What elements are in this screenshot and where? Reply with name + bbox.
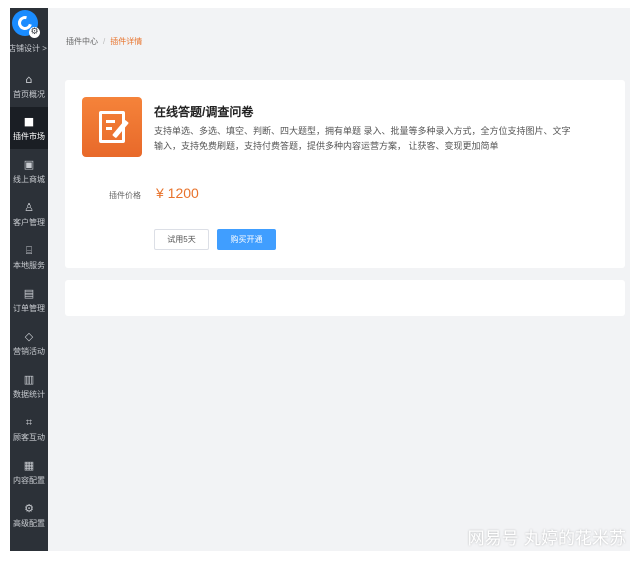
sidebar-item-label: 首页概况: [13, 90, 45, 99]
store-icon: ⌸: [25, 244, 33, 257]
sidebar-item-8[interactable]: ▥ 数据统计: [10, 365, 48, 407]
document-icon: ▦: [23, 459, 35, 472]
apps-icon: ■: [23, 115, 35, 128]
sidebar-item-3[interactable]: ▣ 线上商城: [10, 150, 48, 192]
clipboard-icon: ▤: [23, 287, 35, 300]
sidebar-store-design-link[interactable]: 店铺设计 >: [10, 43, 48, 54]
app-logo[interactable]: ⚙: [12, 10, 40, 38]
gear-icon: ⚙: [24, 502, 34, 515]
plugin-description: 支持单选、多选、填空、判断、四大题型，拥有单题 录入、批量等多种录入方式，全方位…: [154, 126, 571, 151]
sidebar-item-label: 插件市场: [13, 132, 45, 141]
plugin-price: ¥ 1200: [156, 185, 199, 201]
sidebar-item-5[interactable]: ⌸ 本地服务: [10, 236, 48, 278]
trial-button[interactable]: 试用5天: [154, 229, 209, 250]
sidebar-item-label: 内容配置: [13, 476, 45, 485]
breadcrumb: 插件中心 / 插件详情: [66, 36, 142, 47]
sidebar-item-9[interactable]: ⌗ 顾客互动: [10, 408, 48, 450]
sidebar-item-label: 高级配置: [13, 519, 45, 528]
app-frame: ⚙ 店铺设计 > ⌂ 首页概况 ■ 插件市场 ▣ 线上商城 ♙ 客户管理 ⌸ 本地服务 ▤ 订单管理 ◇…: [10, 8, 630, 551]
watermark: 网易号 丸婷的花米苏: [467, 529, 626, 549]
sidebar-item-label: 客户管理: [13, 218, 45, 227]
price-label: 插件价格: [109, 191, 141, 200]
plugin-title: 在线答题/调查问卷: [154, 105, 254, 119]
breadcrumb-plugin-center[interactable]: 插件中心: [66, 37, 98, 46]
buy-button[interactable]: 购买开通: [217, 229, 276, 250]
breadcrumb-current: 插件详情: [110, 37, 143, 46]
shop-icon: ▣: [23, 158, 35, 171]
sidebar-item-7[interactable]: ◇ 营销活动: [10, 322, 48, 364]
sidebar-item-label: 订单管理: [13, 304, 45, 313]
main-content: 插件中心 / 插件详情 在线答题/调查问卷 支持单选、多选、填空、判断、四大题型，拥…: [48, 8, 630, 551]
sidebar-item-6[interactable]: ▤ 订单管理: [10, 279, 48, 321]
sidebar-item-1[interactable]: ⌂ 首页概况: [10, 65, 48, 107]
diamond-icon: ◇: [24, 330, 34, 343]
breadcrumb-separator: /: [103, 37, 106, 46]
sidebar-item-2[interactable]: ■ 插件市场: [10, 107, 48, 149]
sidebar-item-label: 营销活动: [13, 347, 45, 356]
home-icon: ⌂: [25, 73, 33, 86]
plugin-questionnaire-icon: [82, 97, 142, 157]
sidebar-item-4[interactable]: ♙ 客户管理: [10, 193, 48, 235]
plugin-secondary-panel: [65, 280, 625, 316]
sidebar-item-label: 数据统计: [13, 390, 45, 399]
sidebar-item-label: 顾客互动: [13, 433, 45, 442]
scan-icon: ⌗: [25, 416, 33, 429]
sidebar-item-11[interactable]: ⚙ 高级配置: [10, 494, 48, 536]
chart-icon: ▥: [23, 373, 35, 386]
sidebar-item-label: 线上商城: [13, 175, 45, 184]
sidebar-item-10[interactable]: ▦ 内容配置: [10, 451, 48, 493]
sidebar-item-label: 本地服务: [13, 261, 45, 270]
logo-gear-icon: ⚙: [29, 27, 40, 38]
user-icon: ♙: [24, 201, 34, 214]
sidebar: ⚙ 店铺设计 > ⌂ 首页概况 ■ 插件市场 ▣ 线上商城 ♙ 客户管理 ⌸ 本地服务 ▤ 订单管理 ◇…: [10, 8, 48, 551]
plugin-detail-card: 在线答题/调查问卷 支持单选、多选、填空、判断、四大题型，拥有单题 录入、批量等…: [65, 80, 625, 268]
